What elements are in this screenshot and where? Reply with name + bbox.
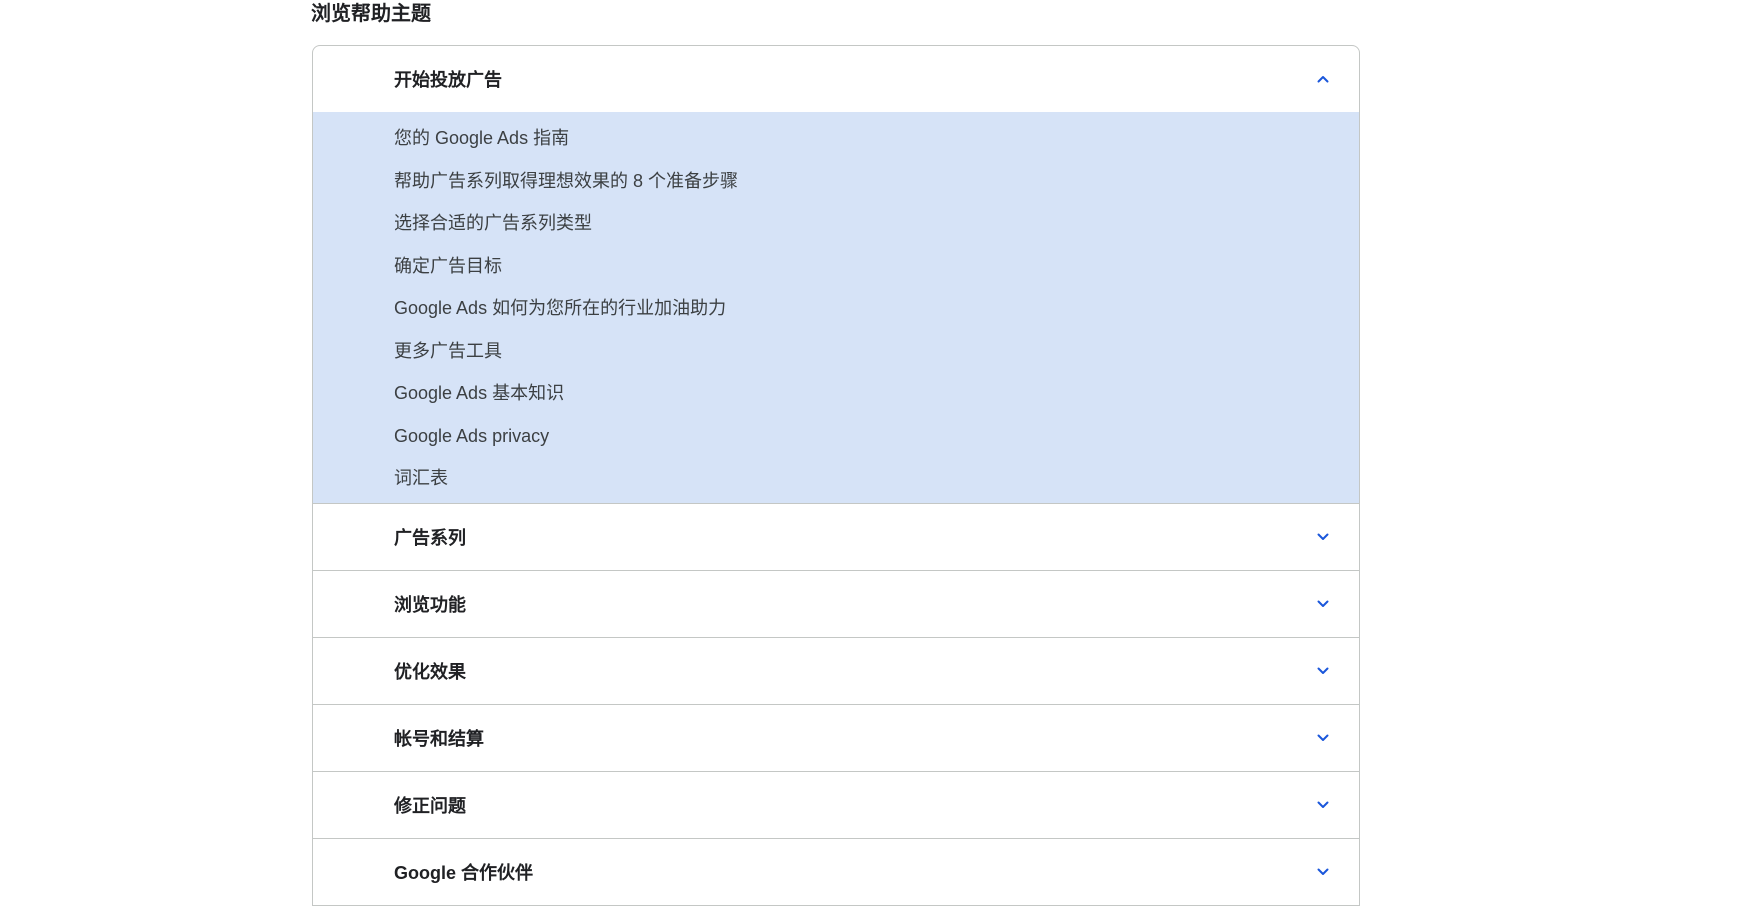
- topic-link-ad-goals[interactable]: 确定广告目标: [394, 253, 1359, 279]
- accordion-panel-get-started: 您的 Google Ads 指南 帮助广告系列取得理想效果的 8 个准备步骤 选…: [313, 112, 1359, 503]
- accordion-item-google-partners: Google 合作伙伴: [313, 838, 1359, 905]
- section-title: 浏览帮助主题: [311, 3, 431, 25]
- topic-link-more-tools[interactable]: 更多广告工具: [394, 338, 1359, 364]
- accordion-title: 帐号和结算: [394, 729, 484, 749]
- topic-link-industry[interactable]: Google Ads 如何为您所在的行业加油助力: [394, 295, 1359, 321]
- accordion-item-browse-features: 浏览功能: [313, 570, 1359, 637]
- help-topics-accordion: 开始投放广告 您的 Google Ads 指南 帮助广告系列取得理想效果的 8 …: [312, 45, 1360, 906]
- topic-link-google-ads-guide[interactable]: 您的 Google Ads 指南: [394, 125, 1359, 151]
- chevron-down-icon: [1317, 868, 1329, 875]
- accordion-header-browse-features[interactable]: 浏览功能: [313, 571, 1359, 637]
- accordion-item-fix-issues: 修正问题: [313, 771, 1359, 838]
- topic-link-campaign-type[interactable]: 选择合适的广告系列类型: [394, 210, 1359, 236]
- accordion-header-get-started[interactable]: 开始投放广告: [313, 46, 1359, 112]
- accordion-header-campaigns[interactable]: 广告系列: [313, 504, 1359, 570]
- topic-link-glossary[interactable]: 词汇表: [394, 465, 1359, 491]
- accordion-header-google-partners[interactable]: Google 合作伙伴: [313, 839, 1359, 905]
- chevron-down-icon: [1317, 533, 1329, 540]
- accordion-header-optimize[interactable]: 优化效果: [313, 638, 1359, 704]
- accordion-title: 广告系列: [394, 528, 466, 548]
- accordion-item-campaigns: 广告系列: [313, 503, 1359, 570]
- accordion-item-account-billing: 帐号和结算: [313, 704, 1359, 771]
- accordion-item-optimize: 优化效果: [313, 637, 1359, 704]
- chevron-down-icon: [1317, 801, 1329, 808]
- chevron-down-icon: [1317, 600, 1329, 607]
- accordion-title: 开始投放广告: [394, 70, 502, 90]
- chevron-down-icon: [1317, 667, 1329, 674]
- accordion-title: 修正问题: [394, 796, 466, 816]
- topic-link-privacy[interactable]: Google Ads privacy: [394, 423, 1359, 449]
- accordion-header-account-billing[interactable]: 帐号和结算: [313, 705, 1359, 771]
- topic-link-8-steps[interactable]: 帮助广告系列取得理想效果的 8 个准备步骤: [394, 168, 1359, 194]
- chevron-up-icon: [1317, 76, 1329, 83]
- accordion-header-fix-issues[interactable]: 修正问题: [313, 772, 1359, 838]
- accordion-title: Google 合作伙伴: [394, 863, 533, 883]
- chevron-down-icon: [1317, 734, 1329, 741]
- accordion-title: 优化效果: [394, 662, 466, 682]
- accordion-item-get-started: 开始投放广告 您的 Google Ads 指南 帮助广告系列取得理想效果的 8 …: [313, 46, 1359, 503]
- accordion-title: 浏览功能: [394, 595, 466, 615]
- topic-link-basics[interactable]: Google Ads 基本知识: [394, 380, 1359, 406]
